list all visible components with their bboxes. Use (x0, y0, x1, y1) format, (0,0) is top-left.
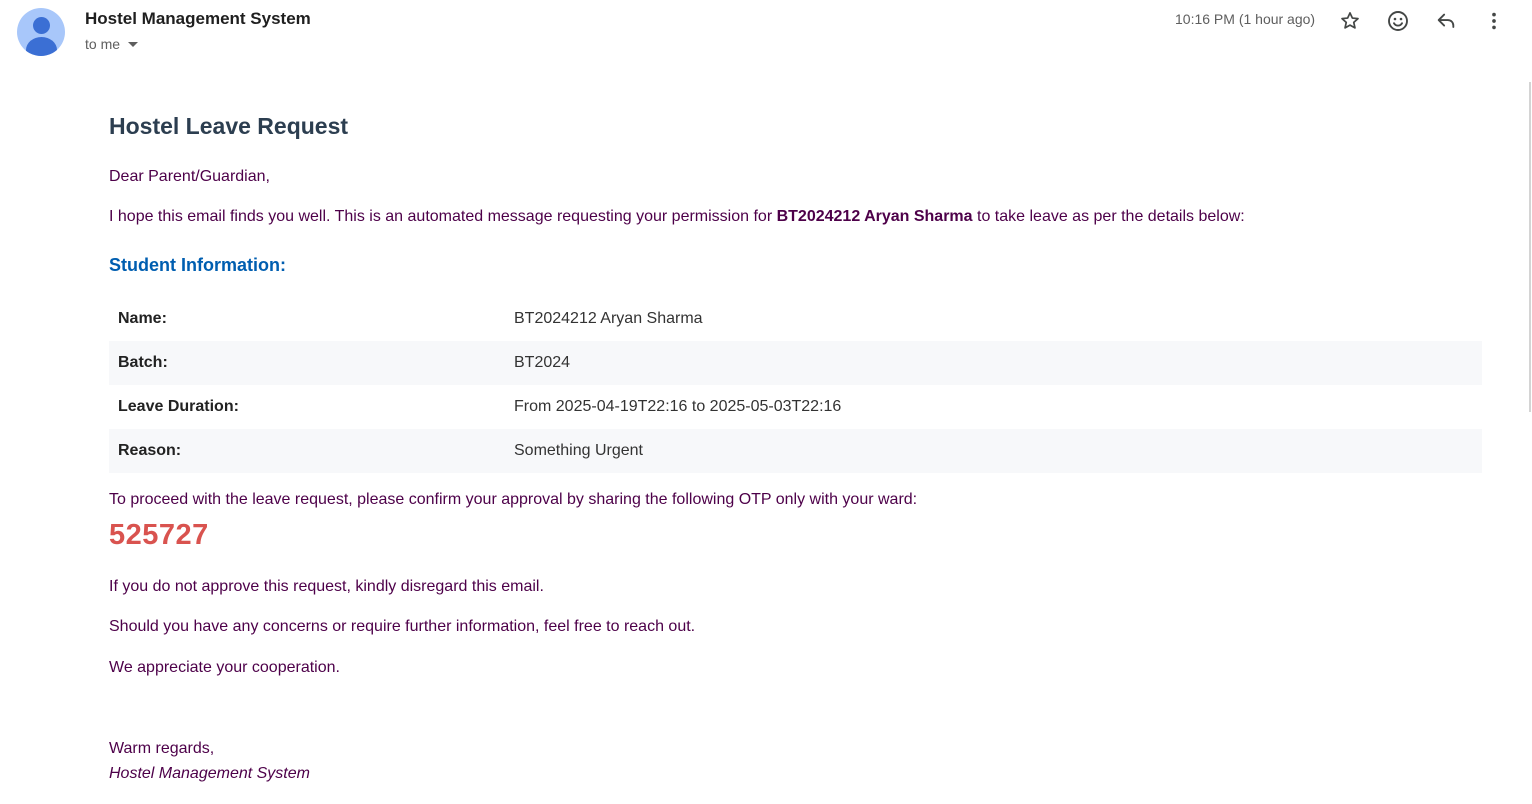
row-value: BT2024 (514, 354, 571, 371)
table-row: Reason: Something Urgent (109, 429, 1482, 473)
intro-paragraph: I hope this email finds you well. This i… (109, 208, 1245, 226)
closing-text: Warm regards, (109, 740, 215, 757)
greeting-text: Dear Parent/Guardian, (109, 168, 270, 185)
table-row: Name: BT2024212 Aryan Sharma (109, 297, 1482, 341)
concerns-text: Should you have any concerns or require … (109, 618, 696, 635)
email-title: Hostel Leave Request (109, 113, 349, 139)
intro-student-name: BT2024212 Aryan Sharma (776, 208, 973, 225)
row-value: Something Urgent (514, 442, 643, 459)
student-info-heading: Student Information: (109, 255, 286, 275)
row-label: Name: (118, 310, 167, 327)
row-label: Batch: (118, 354, 168, 371)
table-row: Batch: BT2024 (109, 341, 1482, 385)
sender-name[interactable]: Hostel Management System (85, 9, 311, 29)
recipient-label: to me (85, 36, 121, 52)
appreciation-text: We appreciate your cooperation. (109, 659, 340, 676)
disregard-text: If you do not approve this request, kind… (109, 578, 544, 595)
more-vert-icon (1492, 12, 1496, 30)
intro-text-end: to take leave as per the details below: (972, 208, 1245, 225)
star-button[interactable] (1337, 8, 1363, 34)
recipient-details-toggle[interactable]: to me (85, 36, 139, 52)
email-timestamp: 10:16 PM (1 hour ago) (1175, 11, 1316, 27)
row-value: From 2025-04-19T22:16 to 2025-05-03T22:1… (514, 398, 842, 415)
email-header: Hostel Management System to me 10:16 PM … (0, 0, 1532, 70)
reply-button[interactable] (1433, 8, 1459, 34)
row-value: BT2024212 Aryan Sharma (514, 310, 703, 327)
student-info-table: Name: BT2024212 Aryan Sharma Batch: BT20… (109, 297, 1482, 473)
chevron-down-icon[interactable] (128, 41, 139, 47)
table-row: Leave Duration: From 2025-04-19T22:16 to… (109, 385, 1482, 429)
scrollbar[interactable] (1529, 82, 1531, 412)
emoji-icon (1388, 11, 1408, 31)
reply-icon (1437, 13, 1455, 28)
star-icon (1341, 12, 1359, 29)
intro-text-start: I hope this email finds you well. This i… (109, 208, 777, 225)
person-avatar-icon[interactable] (17, 8, 65, 56)
row-label: Leave Duration: (118, 398, 239, 415)
signature: Hostel Management System (109, 765, 310, 782)
row-label: Reason: (118, 442, 182, 459)
more-options-button[interactable] (1481, 8, 1507, 34)
otp-code: 525727 (109, 519, 209, 551)
otp-instruction: To proceed with the leave request, pleas… (109, 491, 918, 508)
add-reaction-button[interactable] (1385, 8, 1411, 34)
